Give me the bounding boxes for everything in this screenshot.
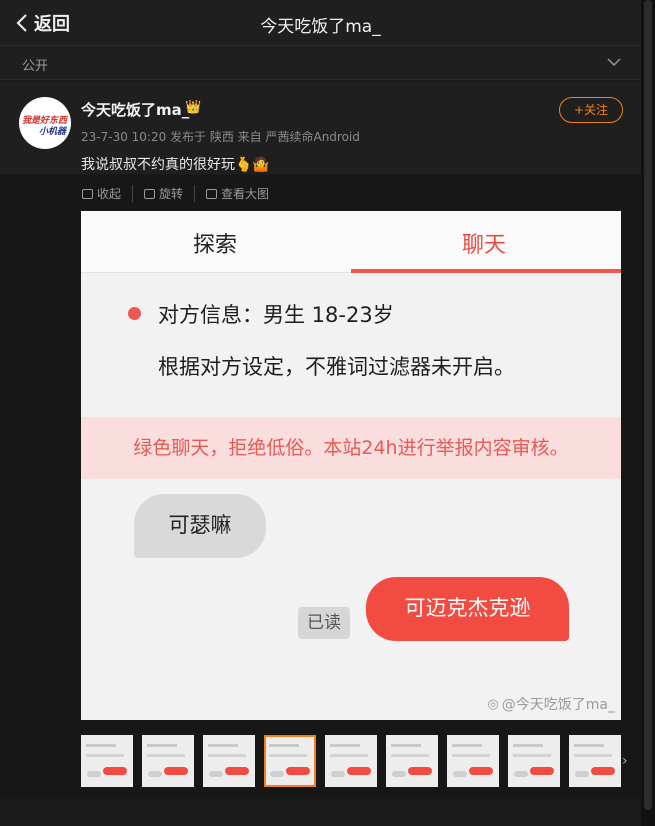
follow-button[interactable]: +关注 bbox=[559, 97, 623, 123]
chevron-down-icon bbox=[607, 58, 621, 67]
thumbnail[interactable] bbox=[81, 735, 133, 787]
read-receipt: 已读 bbox=[298, 607, 350, 639]
tab-underline bbox=[351, 269, 621, 273]
thumbnail-strip bbox=[81, 735, 641, 787]
rotate-button[interactable]: 旋转 bbox=[144, 185, 196, 202]
image-toolbar: 收起 旋转 查看大图 bbox=[82, 185, 291, 202]
view-large-button[interactable]: 查看大图 bbox=[206, 185, 280, 202]
view-large-label: 查看大图 bbox=[221, 187, 270, 201]
thumbnail[interactable] bbox=[203, 735, 255, 787]
page-title: 今天吃饭了ma_ bbox=[260, 17, 381, 37]
thumbnail[interactable] bbox=[508, 735, 560, 787]
collapse-button[interactable]: 收起 bbox=[82, 185, 134, 202]
view-large-icon bbox=[206, 188, 218, 199]
filter-notice: 根据对方设定，不雅词过滤器未开启。 bbox=[158, 355, 515, 379]
post-header: 我是好东西 小机器 今天吃饭了ma_ 👑 23-7-30 10:20 发布于 陕… bbox=[0, 81, 641, 174]
thumbnail[interactable] bbox=[142, 735, 194, 787]
post-text: 我说叔叔不约真的很好玩🫰🤷 bbox=[81, 157, 270, 173]
policy-banner: 绿色聊天，拒绝低俗。本站24h进行举报内容审核。 bbox=[81, 417, 621, 479]
rotate-icon bbox=[144, 188, 156, 199]
image-watermark: ◎ @今天吃饭了ma_ bbox=[487, 694, 615, 714]
collapse-label: 收起 bbox=[97, 187, 122, 201]
visibility-selector[interactable]: 公开 bbox=[0, 46, 641, 80]
rotate-label: 旋转 bbox=[159, 187, 184, 201]
watermark-text: @今天吃饭了ma_ bbox=[501, 697, 615, 713]
visibility-label: 公开 bbox=[22, 59, 49, 74]
crown-badge-icon: 👑 bbox=[185, 100, 202, 115]
chat-tabs: 探索 聊天 bbox=[81, 211, 621, 273]
partner-info: 对方信息：男生 18-23岁 bbox=[158, 303, 394, 327]
received-message: 可瑟嘛 bbox=[134, 494, 266, 558]
top-bar: 返回 今天吃饭了ma_ bbox=[0, 0, 641, 46]
thumbnail[interactable] bbox=[569, 735, 621, 787]
tab-chat: 聊天 bbox=[462, 233, 507, 258]
thumbnail-active[interactable] bbox=[264, 735, 316, 787]
sent-message: 可迈克杰克逊 bbox=[366, 577, 569, 641]
weibo-logo-icon: ◎ bbox=[487, 696, 499, 712]
avatar[interactable]: 我是好东西 小机器 bbox=[19, 97, 71, 149]
post-image[interactable]: 探索 聊天 对方信息：男生 18-23岁 根据对方设定，不雅词过滤器未开启。 绿… bbox=[81, 211, 621, 720]
collapse-icon bbox=[82, 188, 93, 199]
post-meta: 23-7-30 10:20 发布于 陕西 来自 严茜续命Android bbox=[81, 130, 360, 144]
avatar-text-2: 小机器 bbox=[39, 127, 67, 137]
scrollbar-thumb[interactable] bbox=[644, 0, 652, 810]
thumbnail[interactable] bbox=[447, 735, 499, 787]
image-gallery: 收起 旋转 查看大图 探索 聊天 对方信息：男生 18-23岁 根据对方设定，不… bbox=[0, 175, 641, 798]
info-dot-icon bbox=[128, 307, 141, 320]
chevron-right-icon[interactable]: › bbox=[622, 753, 628, 769]
thumbnail[interactable] bbox=[325, 735, 377, 787]
username[interactable]: 今天吃饭了ma_ bbox=[81, 99, 189, 120]
scrollbar[interactable] bbox=[641, 0, 655, 826]
tab-explore: 探索 bbox=[193, 233, 238, 258]
thumbnail[interactable] bbox=[386, 735, 438, 787]
